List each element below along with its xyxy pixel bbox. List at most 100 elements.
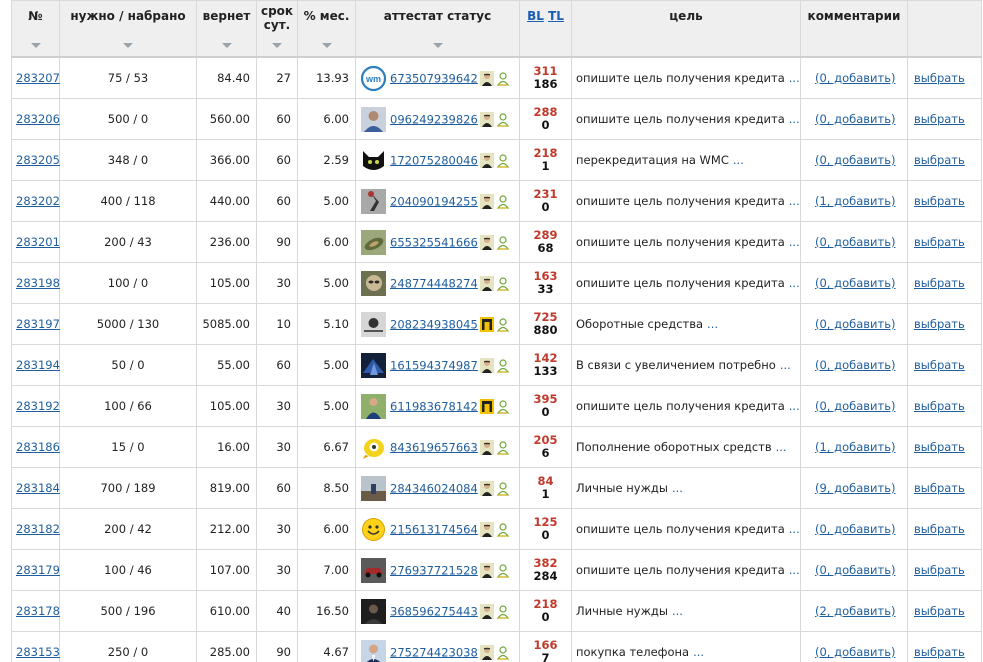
user-status-icon[interactable] bbox=[496, 317, 510, 332]
select-link[interactable]: выбрать bbox=[914, 276, 965, 290]
col-header-percent[interactable]: % мес. bbox=[297, 0, 356, 58]
attestat-personal-icon[interactable] bbox=[479, 70, 494, 86]
goal-more-link[interactable]: ... bbox=[780, 358, 791, 372]
wmid-link[interactable]: 673507939642 bbox=[390, 71, 478, 85]
request-id-link[interactable]: 283182 bbox=[16, 522, 60, 536]
wmid-link[interactable]: 161594374987 bbox=[390, 358, 478, 372]
request-id-link[interactable]: 283206 bbox=[16, 112, 60, 126]
request-id-link[interactable]: 283201 bbox=[16, 235, 60, 249]
request-id-link[interactable]: 283205 bbox=[16, 153, 60, 167]
comments-link[interactable]: (0, добавить) bbox=[815, 235, 895, 249]
wmid-link[interactable]: 208234938045 bbox=[390, 317, 478, 331]
goal-more-link[interactable]: ... bbox=[789, 399, 800, 413]
comments-link[interactable]: (0, добавить) bbox=[815, 276, 895, 290]
select-link[interactable]: выбрать bbox=[914, 399, 965, 413]
wmid-link[interactable]: 275274423038 bbox=[390, 645, 478, 659]
bl-sort-link[interactable]: BL bbox=[527, 9, 544, 23]
sort-arrow-icon[interactable] bbox=[123, 43, 133, 48]
wmid-link[interactable]: 096249239826 bbox=[390, 112, 478, 126]
select-link[interactable]: выбрать bbox=[914, 112, 965, 126]
request-id-link[interactable]: 283194 bbox=[16, 358, 60, 372]
request-id-link[interactable]: 283207 bbox=[16, 71, 60, 85]
user-status-icon[interactable] bbox=[496, 399, 510, 414]
user-status-icon[interactable] bbox=[496, 71, 510, 86]
wmid-link[interactable]: 284346024084 bbox=[390, 481, 478, 495]
select-link[interactable]: выбрать bbox=[914, 71, 965, 85]
select-link[interactable]: выбрать bbox=[914, 481, 965, 495]
user-status-icon[interactable] bbox=[496, 112, 510, 127]
attestat-personal-icon[interactable] bbox=[479, 193, 494, 209]
user-status-icon[interactable] bbox=[496, 358, 510, 373]
wmid-link[interactable]: 655325541666 bbox=[390, 235, 478, 249]
goal-more-link[interactable]: ... bbox=[733, 153, 744, 167]
select-link[interactable]: выбрать bbox=[914, 153, 965, 167]
request-id-link[interactable]: 283202 bbox=[16, 194, 60, 208]
goal-more-link[interactable]: ... bbox=[789, 235, 800, 249]
comments-link[interactable]: (0, добавить) bbox=[815, 563, 895, 577]
user-status-icon[interactable] bbox=[496, 276, 510, 291]
attestat-personal-icon[interactable] bbox=[479, 357, 494, 373]
request-id-link[interactable]: 283179 bbox=[16, 563, 60, 577]
goal-more-link[interactable]: ... bbox=[789, 194, 800, 208]
attestat-personal-icon[interactable] bbox=[479, 275, 494, 291]
attestat-personal-icon[interactable] bbox=[479, 562, 494, 578]
goal-more-link[interactable]: ... bbox=[672, 481, 683, 495]
goal-more-link[interactable]: ... bbox=[789, 276, 800, 290]
attestat-personal-icon[interactable] bbox=[479, 603, 494, 619]
comments-link[interactable]: (0, добавить) bbox=[815, 317, 895, 331]
select-link[interactable]: выбрать bbox=[914, 563, 965, 577]
comments-link[interactable]: (2, добавить) bbox=[815, 604, 895, 618]
col-header-needed-collected[interactable]: нужно / набрано bbox=[59, 0, 197, 58]
select-link[interactable]: выбрать bbox=[914, 645, 965, 659]
comments-link[interactable]: (1, добавить) bbox=[815, 194, 895, 208]
sort-arrow-icon[interactable] bbox=[432, 43, 443, 48]
request-id-link[interactable]: 283192 bbox=[16, 399, 60, 413]
tl-sort-link[interactable]: TL bbox=[548, 9, 564, 23]
request-id-link[interactable]: 283197 bbox=[16, 317, 60, 331]
select-link[interactable]: выбрать bbox=[914, 522, 965, 536]
user-status-icon[interactable] bbox=[496, 194, 510, 209]
comments-link[interactable]: (0, добавить) bbox=[815, 358, 895, 372]
comments-link[interactable]: (9, добавить) bbox=[815, 481, 895, 495]
user-status-icon[interactable] bbox=[496, 440, 510, 455]
goal-more-link[interactable]: ... bbox=[789, 112, 800, 126]
wmid-link[interactable]: 843619657663 bbox=[390, 440, 478, 454]
user-status-icon[interactable] bbox=[496, 235, 510, 250]
wmid-link[interactable]: 204090194255 bbox=[390, 194, 478, 208]
attestat-personal-icon[interactable] bbox=[479, 480, 494, 496]
request-id-link[interactable]: 283153 bbox=[16, 645, 60, 659]
wmid-link[interactable]: 248774448274 bbox=[390, 276, 478, 290]
attestat-personal-icon[interactable] bbox=[479, 234, 494, 250]
goal-more-link[interactable]: ... bbox=[789, 522, 800, 536]
wmid-link[interactable]: 172075280046 bbox=[390, 153, 478, 167]
comments-link[interactable]: (0, добавить) bbox=[815, 645, 895, 659]
attestat-personal-icon[interactable] bbox=[479, 111, 494, 127]
wmid-link[interactable]: 215613174564 bbox=[390, 522, 478, 536]
request-id-link[interactable]: 283184 bbox=[16, 481, 60, 495]
comments-link[interactable]: (0, добавить) bbox=[815, 112, 895, 126]
user-status-icon[interactable] bbox=[496, 153, 510, 168]
user-status-icon[interactable] bbox=[496, 563, 510, 578]
select-link[interactable]: выбрать bbox=[914, 440, 965, 454]
user-status-icon[interactable] bbox=[496, 645, 510, 660]
select-link[interactable]: выбрать bbox=[914, 604, 965, 618]
wmid-link[interactable]: 368596275443 bbox=[390, 604, 478, 618]
select-link[interactable]: выбрать bbox=[914, 194, 965, 208]
col-header-number[interactable]: № bbox=[11, 0, 60, 58]
user-status-icon[interactable] bbox=[496, 481, 510, 496]
sort-arrow-icon[interactable] bbox=[30, 43, 41, 48]
request-id-link[interactable]: 283186 bbox=[16, 440, 60, 454]
comments-link[interactable]: (1, добавить) bbox=[815, 440, 895, 454]
attestat-personal-icon[interactable] bbox=[479, 644, 494, 660]
goal-more-link[interactable]: ... bbox=[672, 604, 683, 618]
sort-arrow-icon[interactable] bbox=[221, 43, 232, 48]
attestat-merchant-icon[interactable] bbox=[479, 398, 494, 414]
comments-link[interactable]: (0, добавить) bbox=[815, 153, 895, 167]
request-id-link[interactable]: 283198 bbox=[16, 276, 60, 290]
comments-link[interactable]: (0, добавить) bbox=[815, 522, 895, 536]
request-id-link[interactable]: 283178 bbox=[16, 604, 60, 618]
user-status-icon[interactable] bbox=[496, 604, 510, 619]
sort-arrow-icon[interactable] bbox=[321, 43, 332, 48]
col-header-return[interactable]: вернет bbox=[196, 0, 257, 58]
attestat-personal-icon[interactable] bbox=[479, 439, 494, 455]
